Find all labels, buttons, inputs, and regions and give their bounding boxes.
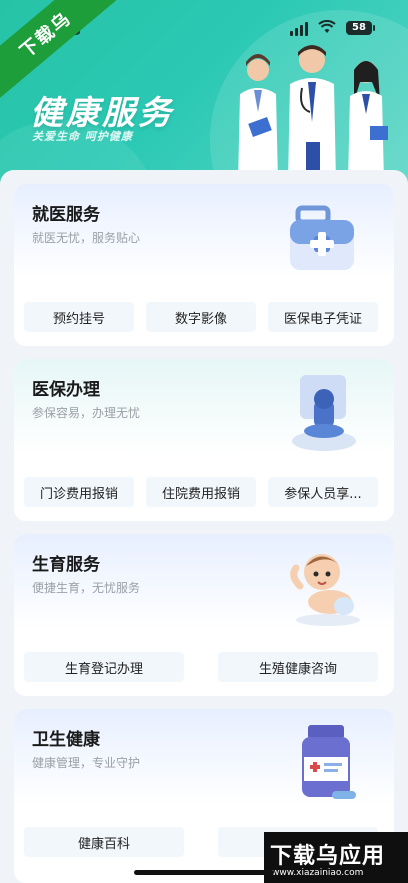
card-subtitle: 便捷生育，无忧服务: [32, 581, 141, 595]
card-title: 就医服务: [32, 205, 100, 225]
doctors-illustration: [238, 45, 388, 182]
seal-stamp-icon: [292, 375, 356, 451]
medical-insurance-voucher-button[interactable]: 医保电子凭证: [268, 302, 378, 332]
health-encyclopedia-button[interactable]: 健康百科: [24, 827, 184, 857]
battery-icon: 58: [346, 21, 375, 35]
card-insurance: 医保办理 参保容易，办理无忧 门诊费用报销 住院费用报销 参保人员享...: [14, 359, 394, 521]
baby-icon: [290, 554, 360, 626]
outpatient-reimbursement-button[interactable]: 门诊费用报销: [24, 477, 134, 507]
appointment-button[interactable]: 预约挂号: [24, 302, 134, 332]
insured-benefits-button[interactable]: 参保人员享...: [268, 477, 378, 507]
card-subtitle: 参保容易，办理无忧: [32, 406, 141, 420]
card-subtitle: 健康管理，专业守护: [32, 756, 141, 770]
inpatient-reimbursement-button[interactable]: 住院费用报销: [146, 477, 256, 507]
card-medical-service: 就医服务 就医无忧，服务贴心 预约挂号 数字影像 医保电子凭证: [14, 184, 394, 346]
page-title: 健康服务: [30, 93, 174, 132]
card-subtitle: 就医无忧，服务贴心: [32, 231, 141, 245]
watermark-name: 下载乌应用: [270, 844, 386, 869]
signal-icon: [290, 22, 308, 36]
wifi-icon: [318, 20, 336, 33]
card-title: 医保办理: [32, 380, 100, 400]
medicine-bottle-icon: [302, 725, 356, 799]
home-indicator[interactable]: [134, 870, 274, 875]
card-title: 生育服务: [32, 555, 100, 575]
site-watermark: 下载乌应用 www.xiazainiao.com: [264, 832, 408, 883]
medical-kit-icon: [290, 205, 354, 270]
reproductive-health-button[interactable]: 生殖健康咨询: [218, 652, 378, 682]
digital-imaging-button[interactable]: 数字影像: [146, 302, 256, 332]
watermark-url: www.xiazainiao.com: [272, 868, 364, 878]
card-title: 卫生健康: [32, 730, 100, 750]
page-subtitle: 关爱生命 呵护健康: [32, 130, 133, 143]
birth-registration-button[interactable]: 生育登记办理: [24, 652, 184, 682]
card-maternity: 生育服务 便捷生育，无忧服务 生育登记办理 生殖健康咨询: [14, 534, 394, 696]
